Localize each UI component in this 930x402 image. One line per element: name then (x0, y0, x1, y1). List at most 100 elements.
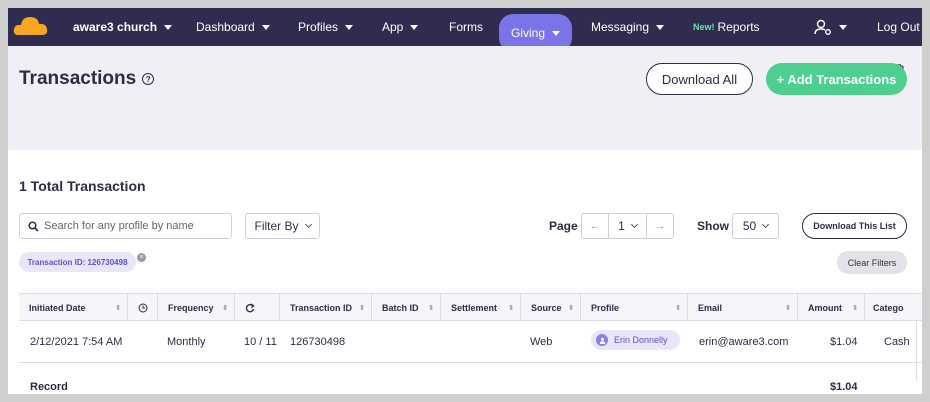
org-label: aware3 church (73, 20, 158, 34)
col-recurrence[interactable] (235, 294, 280, 321)
download-list-button[interactable]: Download This List (802, 213, 907, 239)
footer-record-label: Record (30, 381, 68, 393)
footer-amount: $1.04 (830, 381, 858, 393)
col-label: Settlement (451, 302, 498, 313)
nav-profiles[interactable]: Profiles (298, 8, 354, 46)
help-icon[interactable]: ? (142, 73, 155, 85)
clear-filters-button[interactable]: Clear Filters (837, 251, 907, 274)
cell-date: 2/12/2021 7:54 AM (30, 336, 123, 348)
nav-reports-label: Reports (717, 20, 760, 34)
cell-amount: $1.04 (830, 336, 858, 348)
sort-icon: ⬍ (508, 305, 514, 312)
col-label: Catego (873, 302, 904, 313)
add-transactions-button[interactable]: + Add Transactions (766, 63, 907, 95)
show-label: Show (697, 219, 729, 233)
nav-app[interactable]: App (382, 8, 419, 46)
nav-messaging[interactable]: Messaging (591, 8, 665, 46)
chevron-down-icon (656, 24, 665, 30)
sort-icon: ⬍ (428, 305, 434, 312)
logout-label: Log Out (877, 20, 920, 34)
chevron-down-icon (630, 220, 638, 229)
col-transaction-id[interactable]: Transaction ID ⬍ (280, 294, 372, 321)
page-select[interactable]: 1 (608, 214, 647, 238)
sort-icon: ⬍ (785, 305, 791, 312)
page-title-text: Transactions (19, 68, 137, 89)
chevron-down-icon (839, 24, 847, 30)
page-size-select[interactable]: 50 (732, 213, 779, 239)
filter-by-dropdown[interactable]: Filter By (245, 213, 320, 239)
nav-reports[interactable]: New! Reports (693, 8, 760, 46)
search-input[interactable]: Search for any profile by name (19, 213, 232, 239)
user-icon (599, 337, 605, 344)
download-all-button[interactable]: Download All (646, 63, 753, 95)
cell-email: erin@aware3.com (699, 336, 789, 348)
col-amount[interactable]: Amount ⬍ (798, 294, 865, 321)
col-label: Transaction ID (290, 302, 353, 313)
col-batch-id[interactable]: Batch ID ⬍ (372, 294, 441, 321)
logout-link[interactable]: Log Out (877, 8, 920, 46)
col-label: Profile (591, 302, 620, 313)
nav-messaging-label: Messaging (591, 20, 650, 34)
chevron-down-icon (304, 220, 312, 229)
cell-transaction-id: 126730498 (290, 336, 346, 348)
nav-app-label: App (382, 20, 404, 34)
filter-chip: Transaction ID: 126730498 (19, 252, 136, 272)
refresh-icon (245, 303, 255, 312)
col-source[interactable]: Source ⬍ (521, 294, 581, 321)
org-switcher[interactable]: aware3 church (73, 8, 173, 46)
close-icon[interactable]: × (137, 253, 146, 262)
nav-dashboard[interactable]: Dashboard (196, 8, 270, 46)
col-frequency[interactable]: Frequency ⬍ (158, 294, 235, 321)
cloud-logo-icon[interactable] (12, 13, 50, 41)
nav-dashboard-label: Dashboard (196, 20, 255, 34)
col-profile[interactable]: Profile ⬍ (581, 294, 688, 321)
sort-icon: ⬍ (115, 305, 121, 312)
col-label: Email (698, 302, 723, 313)
clock-icon (138, 303, 147, 312)
page-title: Transactions ? (19, 68, 155, 90)
col-label: Batch ID (382, 302, 419, 313)
cell-frequency: Monthly (167, 336, 206, 348)
cell-source: Web (530, 336, 553, 348)
sort-icon: ⬍ (568, 305, 574, 312)
user-settings-icon (814, 19, 831, 35)
col-initiated-date[interactable]: Initiated Date ⬍ (19, 294, 128, 321)
nav-forms[interactable]: Forms (449, 8, 483, 46)
table-header: Initiated Date ⬍ Frequency ⬍ Transaction I… (19, 293, 922, 321)
cell-category: Cash (884, 336, 910, 348)
app-window: aware3 church Dashboard Profiles App For… (8, 8, 922, 394)
chevron-down-icon (552, 30, 561, 36)
total-count: 1 Total Transaction (19, 178, 146, 194)
col-category[interactable]: Catego (865, 294, 922, 321)
col-label: Source (531, 302, 562, 313)
nav-giving-label: Giving (511, 26, 546, 40)
chevron-down-icon (261, 24, 270, 30)
new-badge: New! (693, 22, 715, 32)
profile-pill[interactable]: Erin Donnelly (591, 330, 680, 350)
nav-forms-label: Forms (449, 20, 483, 34)
sort-icon: ⬍ (359, 305, 365, 312)
search-icon (28, 220, 39, 232)
prev-page-button[interactable]: ← (582, 214, 608, 238)
col-label: Initiated Date (29, 302, 86, 313)
filter-by-label: Filter By (254, 219, 299, 233)
chevron-down-icon (762, 220, 770, 229)
col-label: Amount (808, 302, 842, 313)
sort-icon: ⬍ (222, 305, 228, 312)
chevron-down-icon (345, 24, 354, 30)
profile-name: Erin Donnelly (614, 335, 668, 345)
sort-icon: ⬍ (852, 305, 858, 312)
sort-icon: ⬍ (675, 305, 681, 312)
col-label: Frequency (168, 302, 214, 313)
next-page-button[interactable]: → (647, 214, 673, 238)
user-menu[interactable] (814, 8, 847, 46)
col-time[interactable] (128, 294, 158, 321)
cell-recurrence: 10 / 11 (244, 336, 277, 348)
col-settlement[interactable]: Settlement ⬍ (441, 294, 521, 321)
avatar (596, 334, 608, 346)
page-header (8, 46, 922, 150)
column-divider (916, 321, 917, 381)
col-email[interactable]: Email ⬍ (688, 294, 798, 321)
nav-profiles-label: Profiles (298, 20, 339, 34)
chevron-down-icon (164, 24, 173, 30)
